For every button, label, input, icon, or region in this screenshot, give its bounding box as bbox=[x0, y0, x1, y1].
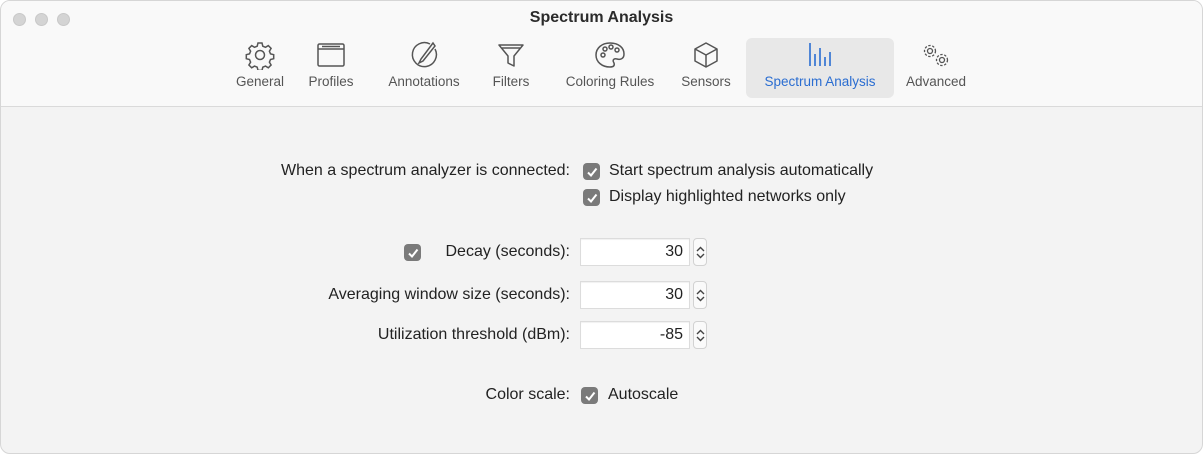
chevron-up-icon bbox=[696, 246, 704, 251]
color-scale-label: Color scale: bbox=[485, 386, 570, 403]
spectrum-bars-icon bbox=[805, 38, 835, 72]
window-icon bbox=[315, 38, 347, 72]
averaging-stepper[interactable] bbox=[693, 281, 707, 309]
spectrum-analysis-settings: When a spectrum analyzer is connected: S… bbox=[1, 108, 1202, 453]
chevron-up-icon bbox=[696, 289, 704, 294]
decay-stepper[interactable] bbox=[693, 238, 707, 266]
palette-icon bbox=[593, 38, 627, 72]
display-highlighted-checkbox[interactable] bbox=[583, 189, 600, 206]
checkmark-icon bbox=[586, 193, 597, 203]
checkmark-icon bbox=[586, 167, 597, 177]
chevron-down-icon bbox=[696, 296, 704, 301]
tab-label: Sensors bbox=[681, 74, 731, 89]
start-auto-label: Start spectrum analysis automatically bbox=[609, 162, 874, 179]
tab-profiles[interactable]: Profiles bbox=[296, 38, 366, 98]
checkmark-icon bbox=[407, 248, 418, 258]
utilization-field[interactable]: -85 bbox=[580, 321, 690, 349]
tab-advanced[interactable]: Advanced bbox=[898, 38, 974, 98]
tab-spectrum-analysis[interactable]: Spectrum Analysis bbox=[746, 38, 894, 98]
chevron-down-icon bbox=[696, 253, 704, 258]
display-highlighted-label: Display highlighted networks only bbox=[609, 188, 846, 205]
autoscale-checkbox[interactable] bbox=[581, 387, 598, 404]
tab-coloring-rules[interactable]: Coloring Rules bbox=[554, 38, 666, 98]
chevron-down-icon bbox=[696, 336, 704, 341]
tab-label: General bbox=[235, 74, 285, 89]
funnel-icon bbox=[496, 38, 526, 72]
tab-sensors[interactable]: Sensors bbox=[673, 38, 739, 98]
annotation-icon bbox=[409, 38, 439, 72]
tab-general[interactable]: General bbox=[226, 38, 294, 98]
utilization-stepper[interactable] bbox=[693, 321, 707, 349]
titlebar: Spectrum Analysis General Profiles Annot… bbox=[1, 1, 1202, 107]
averaging-field[interactable]: 30 bbox=[580, 281, 690, 309]
tab-label: Spectrum Analysis bbox=[764, 74, 876, 89]
gear-icon bbox=[245, 38, 275, 72]
connected-label: When a spectrum analyzer is connected: bbox=[280, 162, 570, 179]
autoscale-label: Autoscale bbox=[608, 386, 679, 403]
gears-icon bbox=[919, 38, 953, 72]
chevron-up-icon bbox=[696, 329, 704, 334]
start-auto-checkbox[interactable] bbox=[583, 163, 600, 180]
window-title: Spectrum Analysis bbox=[529, 9, 674, 26]
tab-annotations[interactable]: Annotations bbox=[376, 38, 472, 98]
tab-filters[interactable]: Filters bbox=[481, 38, 541, 98]
cube-icon bbox=[691, 38, 721, 72]
checkmark-icon bbox=[584, 391, 595, 401]
averaging-label: Averaging window size (seconds): bbox=[328, 286, 570, 303]
tab-label: Annotations bbox=[388, 74, 460, 89]
utilization-label: Utilization threshold (dBm): bbox=[377, 326, 570, 343]
tab-label: Coloring Rules bbox=[565, 74, 655, 89]
tab-label: Advanced bbox=[905, 74, 967, 89]
tab-label: Filters bbox=[492, 74, 530, 89]
decay-checkbox[interactable] bbox=[404, 244, 421, 261]
preferences-window: Spectrum Analysis General Profiles Annot… bbox=[0, 0, 1203, 454]
decay-label: Decay (seconds): bbox=[445, 243, 571, 260]
decay-field[interactable]: 30 bbox=[580, 238, 690, 266]
tab-label: Profiles bbox=[308, 74, 354, 89]
